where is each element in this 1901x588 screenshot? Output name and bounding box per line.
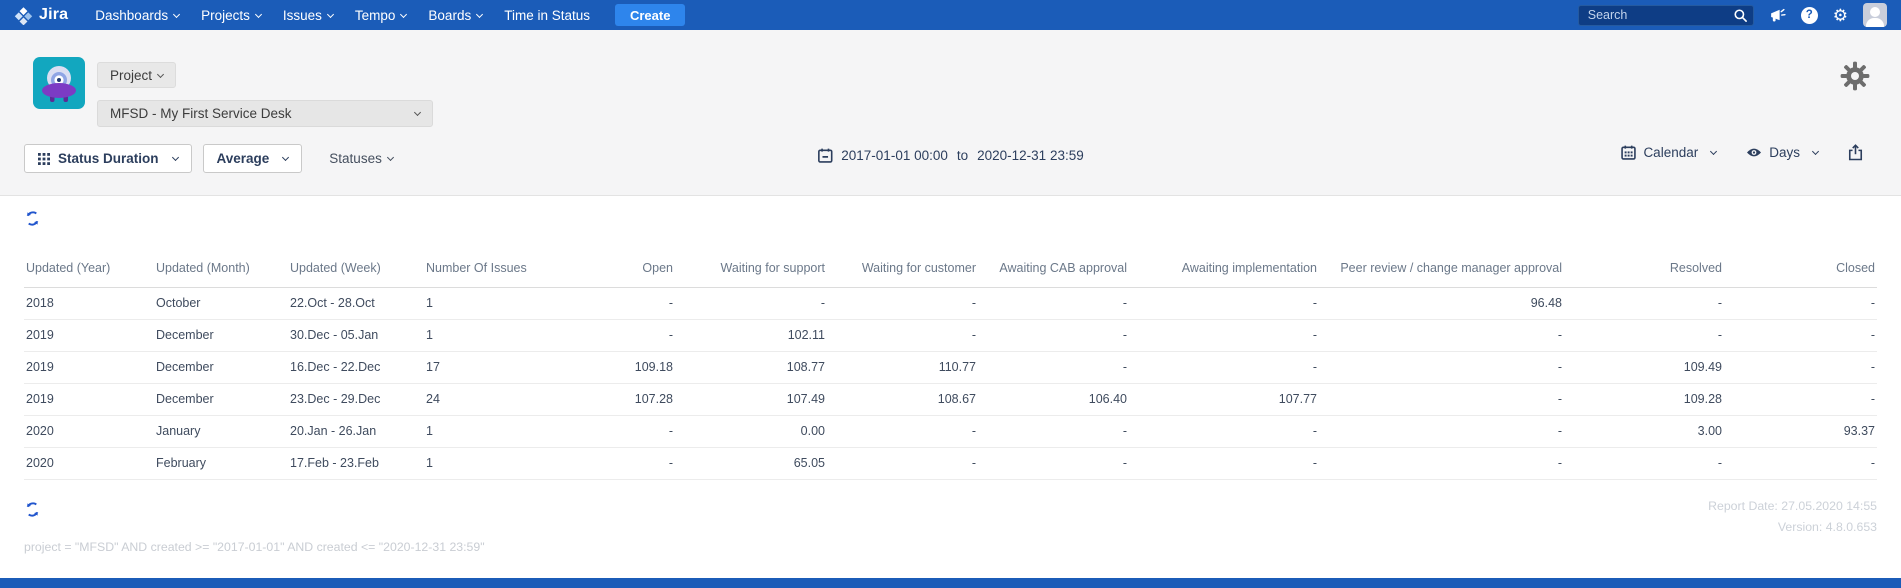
table-row: 2019 December 16.Dec - 22.Dec 17 109.18 108.7… (24, 351, 1877, 384)
refresh-icon[interactable] (24, 210, 41, 232)
date-to[interactable]: 2020-12-31 23:59 (977, 148, 1084, 163)
statuses-dropdown[interactable]: Statuses (329, 151, 394, 166)
date-range: 2017-01-01 00:00 to 2020-12-31 23:59 (817, 148, 1084, 163)
toolbar-left: Status Duration Average Statuses (24, 144, 394, 173)
chevron-down-icon (476, 10, 484, 18)
chevron-down-icon (400, 10, 408, 18)
units-dropdown[interactable]: Days (1746, 145, 1820, 160)
project-select[interactable]: MFSD - My First Service Desk (97, 100, 433, 127)
chevron-down-icon (156, 70, 165, 78)
calendar-dropdown[interactable]: Calendar (1621, 145, 1718, 160)
jql-query: project = "MFSD" AND created >= "2017-01… (24, 540, 485, 554)
table-row: 2018 October 22.Oct - 28.Oct 1- - - - -96.48- - (24, 287, 1877, 320)
calendar-range-icon (817, 148, 833, 163)
chevron-down-icon (326, 10, 334, 18)
date-separator: to (956, 148, 969, 163)
table-row: 2019 December 23.Dec - 29.Dec 24 107.28 107.4… (24, 383, 1877, 416)
column-header-waiting-for-customer: Waiting for customer (827, 250, 978, 288)
date-from[interactable]: 2017-01-01 00:00 (841, 148, 948, 163)
column-header-updated-week: Updated (Week) (288, 250, 424, 288)
navbar-menu: Dashboards Projects Issues Tempo Boards Time … (84, 0, 601, 30)
chevron-down-icon (1710, 147, 1718, 156)
gadget-settings-icon[interactable] (1840, 61, 1870, 91)
table-row: 2020 January 20.Jan - 26.Jan 1-0.00- - - -3.00… (24, 415, 1877, 448)
refresh-icon-bottom[interactable] (24, 501, 41, 523)
column-header-resolved: Resolved (1564, 250, 1724, 288)
metric-button[interactable]: Average (202, 144, 303, 173)
project-type-button[interactable]: Project (97, 62, 177, 88)
report-version: Version: 4.8.0.653 (1777, 520, 1877, 534)
chevron-down-icon (171, 153, 179, 162)
top-navbar: Jira Dashboards Projects Issues Tempo Boards… (0, 0, 1901, 30)
column-header-number-of-issues: Number Of Issues (424, 250, 549, 288)
report-meta: Report Date: 27.05.2020 14:55 Version: 4… (1708, 496, 1877, 538)
column-header-awaiting-cab-approval: Awaiting CAB approval (978, 250, 1129, 288)
create-button[interactable]: Create (614, 4, 686, 26)
nav-item-issues[interactable]: Issues (272, 0, 344, 30)
table-header: Updated (Year) Updated (Month) Updated (We… (24, 250, 1877, 288)
user-avatar[interactable] (1863, 3, 1887, 27)
eye-icon (1747, 148, 1762, 157)
app-root: Jira Dashboards Projects Issues Tempo Boards… (0, 0, 1901, 588)
search-box (1577, 4, 1754, 26)
jira-logo-text: Jira (39, 6, 69, 23)
project-avatar[interactable] (33, 57, 85, 109)
column-header-updated-year: Updated (Year) (24, 250, 154, 288)
column-header-waiting-for-support: Waiting for support (675, 250, 827, 288)
calendar-icon (1621, 145, 1637, 160)
nav-item-time-in-status[interactable]: Time in Status (493, 0, 601, 30)
column-header-awaiting-implementation: Awaiting implementation (1129, 250, 1319, 288)
table-row: 2020 February 17.Feb - 23.Feb 1-65.05- - - - - - (24, 447, 1877, 480)
chevron-down-icon (386, 153, 394, 162)
report-type-button[interactable]: Status Duration (24, 144, 192, 173)
table-row: 2019 December 30.Dec - 05.Jan 1-102.11- - - - -… (24, 319, 1877, 352)
chevron-down-icon (1811, 147, 1820, 156)
settings-icon[interactable]: ⚙ (1833, 7, 1848, 24)
navbar-left: Jira Dashboards Projects Issues Tempo Boards… (14, 0, 686, 30)
bottom-bar (0, 578, 1901, 588)
chevron-down-icon (254, 10, 262, 18)
toolbar-right: Calendar Days (1621, 144, 1863, 161)
chevron-down-icon (413, 108, 422, 117)
column-header-open: Open (549, 250, 675, 288)
search-icon[interactable] (1733, 8, 1748, 23)
column-header-updated-month: Updated (Month) (154, 250, 288, 288)
nav-item-projects[interactable]: Projects (190, 0, 272, 30)
help-icon[interactable]: ? (1800, 6, 1818, 24)
table-body: 2018 October 22.Oct - 28.Oct 1- - - - -96.48- -2… (24, 287, 1877, 480)
column-header-closed: Closed (1724, 250, 1877, 288)
column-header-peer-review-change-manager-approval: Peer review / change manager approval (1319, 250, 1564, 288)
nav-item-dashboards[interactable]: Dashboards (84, 0, 190, 30)
jira-logo-icon (14, 6, 33, 25)
nav-item-boards[interactable]: Boards (417, 0, 493, 30)
navbar-right: ? ⚙ (1577, 3, 1887, 27)
chevron-down-icon (282, 153, 290, 162)
header-band: Project MFSD - My First Service Desk Sta… (0, 30, 1901, 196)
export-icon[interactable] (1848, 144, 1863, 161)
report-date: Report Date: 27.05.2020 14:55 (1708, 499, 1877, 513)
chevron-down-icon (173, 10, 181, 18)
nav-item-tempo[interactable]: Tempo (344, 0, 418, 30)
report-table: Updated (Year) Updated (Month) Updated (We… (24, 250, 1877, 480)
jira-logo[interactable]: Jira (14, 6, 68, 25)
grid-icon (38, 152, 50, 165)
announcements-icon[interactable] (1769, 7, 1786, 24)
search-input[interactable] (1577, 4, 1754, 26)
